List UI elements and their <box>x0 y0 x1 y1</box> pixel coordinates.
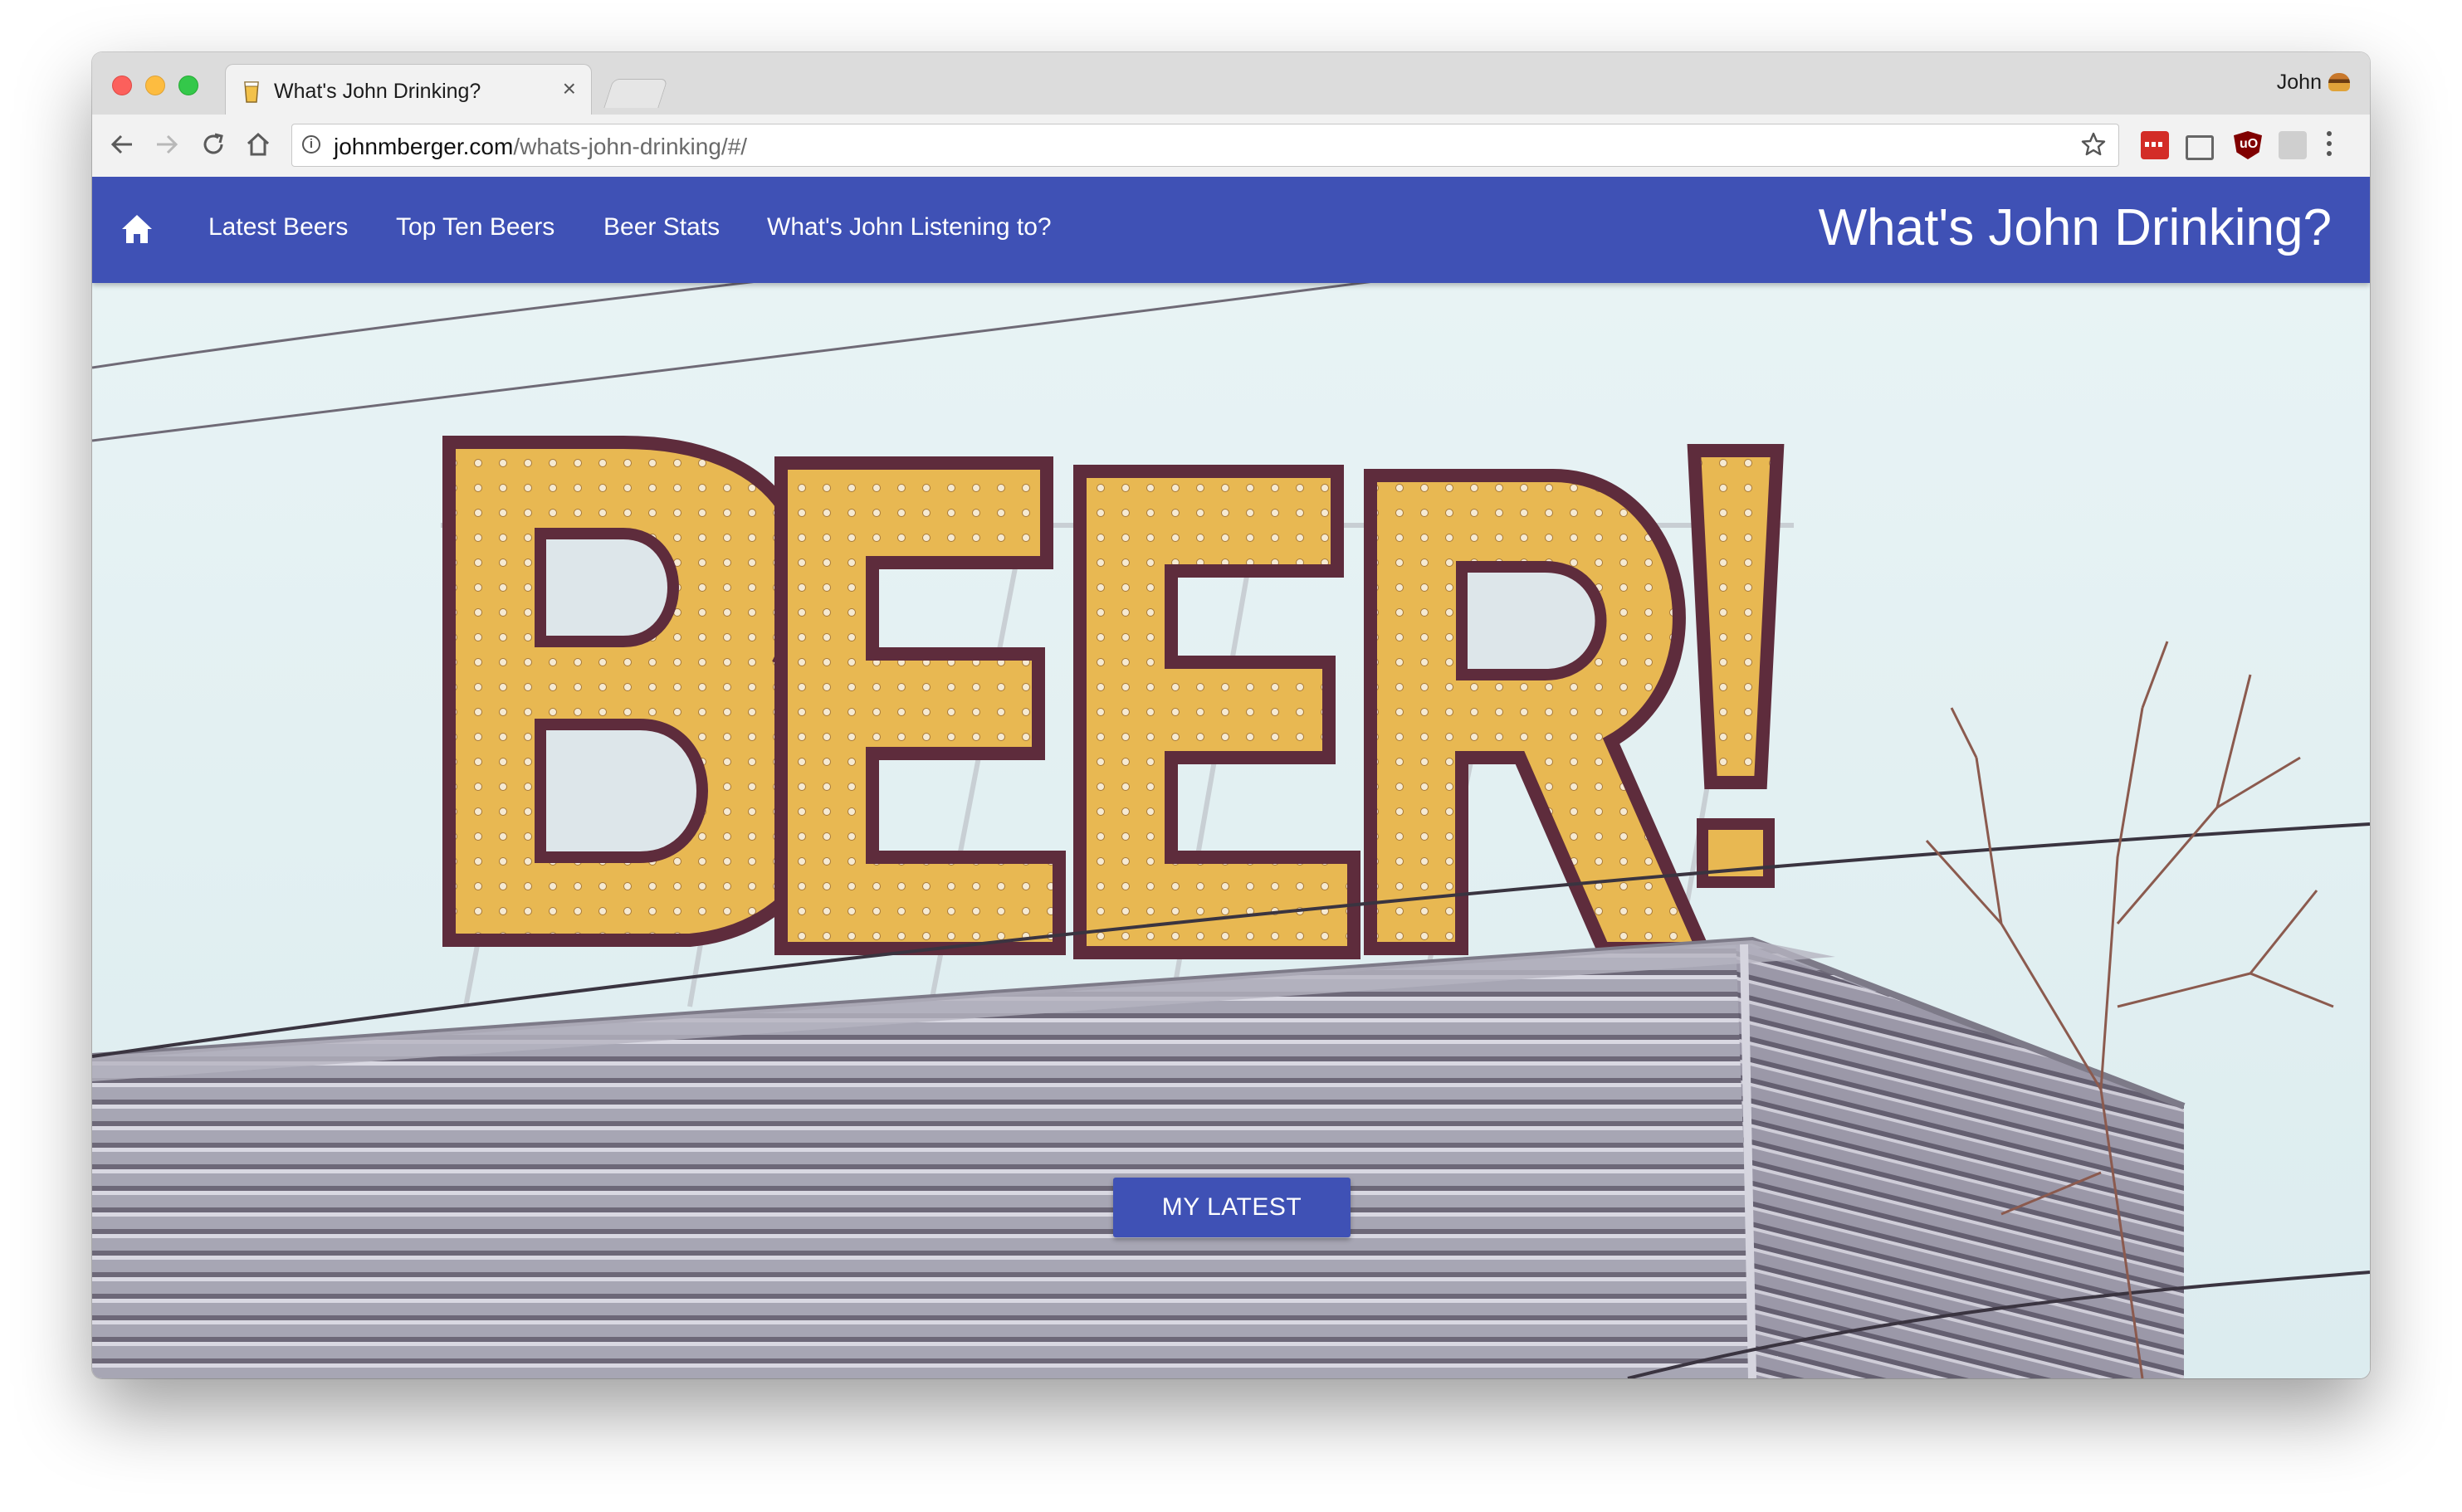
address-bar[interactable]: i johnmberger.com/whats-john-drinking/#/ <box>291 124 2119 167</box>
url-text[interactable]: johnmberger.com/whats-john-drinking/#/ <box>334 134 747 160</box>
browser-home-icon[interactable] <box>243 129 273 159</box>
nav-beer-stats[interactable]: Beer Stats <box>603 213 720 241</box>
window-close-button[interactable] <box>112 76 132 95</box>
home-icon[interactable] <box>120 213 154 245</box>
browser-toolbar: i johnmberger.com/whats-john-drinking/#/… <box>92 115 2370 178</box>
browser-window: What's John Drinking? × John i johnmberg… <box>92 52 2370 1378</box>
beer-favicon-icon <box>244 81 259 103</box>
new-tab-button[interactable] <box>603 79 668 108</box>
my-latest-button[interactable]: MY LATEST <box>1113 1178 1351 1237</box>
window-minimize-button[interactable] <box>145 76 165 95</box>
reload-icon[interactable] <box>198 129 228 159</box>
tab-strip: What's John Drinking? × John <box>92 52 2370 116</box>
forward-arrow-icon[interactable] <box>152 129 182 159</box>
url-host: johnmberger.com <box>334 134 514 159</box>
app-bar: Latest Beers Top Ten Beers Beer Stats Wh… <box>92 177 2370 283</box>
site-title: What's John Drinking? <box>1818 199 2332 256</box>
star-icon[interactable] <box>2080 131 2107 158</box>
window-maximize-button[interactable] <box>178 76 198 95</box>
back-arrow-icon[interactable] <box>107 129 137 159</box>
extension-icon[interactable] <box>2279 131 2307 159</box>
profile-button[interactable]: John <box>2277 71 2350 95</box>
page-viewport: Latest Beers Top Ten Beers Beer Stats Wh… <box>92 177 2370 1378</box>
tab-active[interactable]: What's John Drinking? × <box>225 64 592 116</box>
nav-top-ten-beers[interactable]: Top Ten Beers <box>396 213 554 241</box>
tab-title: What's John Drinking? <box>274 80 481 103</box>
burger-avatar-icon <box>2328 73 2350 91</box>
profile-name: John <box>2276 71 2322 94</box>
tab-close-icon[interactable]: × <box>563 76 576 101</box>
nav-latest-beers[interactable]: Latest Beers <box>208 213 348 241</box>
url-path: /whats-john-drinking/#/ <box>513 134 748 159</box>
info-icon[interactable]: i <box>302 135 320 154</box>
ublock-extension-icon[interactable]: uO <box>2234 131 2262 159</box>
browser-menu-icon[interactable] <box>2327 131 2333 159</box>
nav-john-listening[interactable]: What's John Listening to? <box>767 213 1052 241</box>
cast-icon[interactable] <box>2186 135 2214 160</box>
lastpass-extension-icon[interactable] <box>2141 131 2169 159</box>
